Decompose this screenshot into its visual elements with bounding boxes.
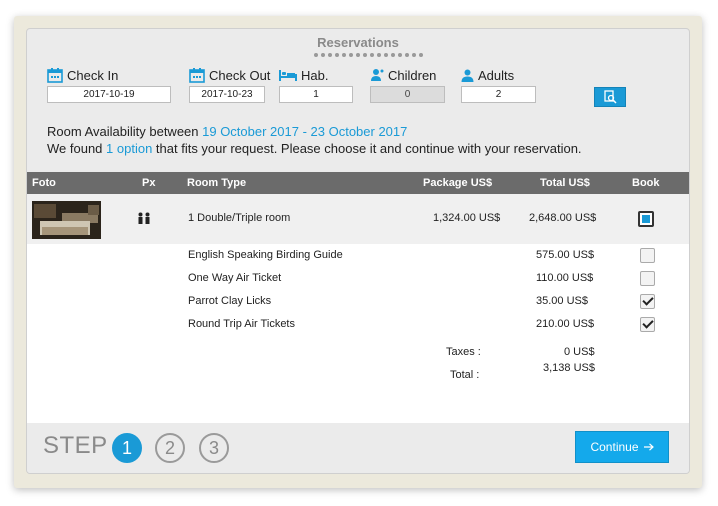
step-1[interactable]: 1 xyxy=(112,433,142,463)
adults-label: Adults xyxy=(478,67,515,83)
adult-icon xyxy=(461,69,474,82)
extra-checkbox[interactable] xyxy=(640,294,655,309)
arrow-right-icon xyxy=(643,443,654,451)
room-row: 1 Double/Triple room 1,324.00 US$ 2,648.… xyxy=(27,194,689,244)
room-package-price: 1,324.00 US$ xyxy=(433,212,501,224)
extra-checkbox[interactable] xyxy=(640,271,655,286)
reservations-panel: Reservations Check In 2017-10-19 Check O… xyxy=(26,28,690,474)
adults-input[interactable]: 2 xyxy=(461,86,536,103)
col-total: Total US$ xyxy=(540,177,590,189)
check-out-field: Check Out 2017-10-23 xyxy=(189,67,270,103)
room-photo xyxy=(32,201,101,239)
date-range: 19 October 2017 - 23 October 2017 xyxy=(202,124,408,139)
extra-name: One Way Air Ticket xyxy=(188,272,282,284)
taxes-label: Taxes : xyxy=(446,346,481,358)
check-in-label: Check In xyxy=(67,67,119,83)
step-2[interactable]: 2 xyxy=(155,433,185,463)
search-button[interactable] xyxy=(594,87,626,107)
col-foto: Foto xyxy=(32,177,56,189)
extra-price: 110.00 US$ xyxy=(536,272,594,284)
found-line: We found 1 option that fits your request… xyxy=(47,141,582,156)
hab-field: Hab. 1 xyxy=(279,67,353,103)
step-3[interactable]: 3 xyxy=(199,433,229,463)
check-in-field: Check In 2017-10-19 xyxy=(47,67,171,103)
check-out-label: Check Out xyxy=(209,67,271,83)
col-book: Book xyxy=(632,177,660,189)
room-total-price: 2,648.00 US$ xyxy=(529,212,597,224)
table-header: Foto Px Room Type Package US$ Total US$ … xyxy=(27,172,689,194)
calendar-icon xyxy=(189,67,205,83)
col-room-type: Room Type xyxy=(187,177,247,189)
title-dots xyxy=(314,53,423,57)
children-field: Children 0 xyxy=(370,67,445,103)
search-icon xyxy=(604,90,617,104)
check-in-input[interactable]: 2017-10-19 xyxy=(47,86,171,103)
extra-price: 575.00 US$ xyxy=(536,249,595,261)
children-label: Children xyxy=(388,67,437,83)
col-package: Package US$ xyxy=(423,177,493,189)
steps-bar: STEP 1 2 3 Continue xyxy=(27,423,689,473)
children-input[interactable]: 0 xyxy=(370,86,445,103)
availability-line: Room Availability between 19 October 201… xyxy=(47,124,408,139)
total-label: Total : xyxy=(450,369,480,381)
total-value: 3,138 US$ xyxy=(543,362,595,374)
taxes-value: 0 US$ xyxy=(564,346,595,358)
room-type: 1 Double/Triple room xyxy=(188,212,291,224)
people-icon xyxy=(138,212,150,224)
col-px: Px xyxy=(142,177,156,189)
extra-checkbox[interactable] xyxy=(640,317,655,332)
extra-name: Round Trip Air Tickets xyxy=(188,318,295,330)
room-book-checkbox[interactable] xyxy=(638,211,654,227)
continue-label: Continue xyxy=(590,440,639,454)
extra-name: English Speaking Birding Guide xyxy=(188,249,343,261)
results-area: 1 Double/Triple room 1,324.00 US$ 2,648.… xyxy=(27,194,689,423)
adults-field: Adults 2 xyxy=(461,67,536,103)
extra-checkbox[interactable] xyxy=(640,248,655,263)
hab-label: Hab. xyxy=(301,67,329,83)
step-label: STEP xyxy=(43,432,108,459)
continue-button[interactable]: Continue xyxy=(575,431,669,463)
extra-price: 35.00 US$ xyxy=(536,295,588,307)
hab-input[interactable]: 1 xyxy=(279,86,353,103)
panel-title: Reservations xyxy=(317,35,399,50)
bed-icon xyxy=(279,70,297,81)
calendar-icon xyxy=(47,67,63,83)
check-out-input[interactable]: 2017-10-23 xyxy=(189,86,265,103)
extra-price: 210.00 US$ xyxy=(536,318,595,330)
options-count: 1 option xyxy=(106,141,153,156)
extra-name: Parrot Clay Licks xyxy=(188,295,272,307)
child-icon xyxy=(371,69,384,81)
